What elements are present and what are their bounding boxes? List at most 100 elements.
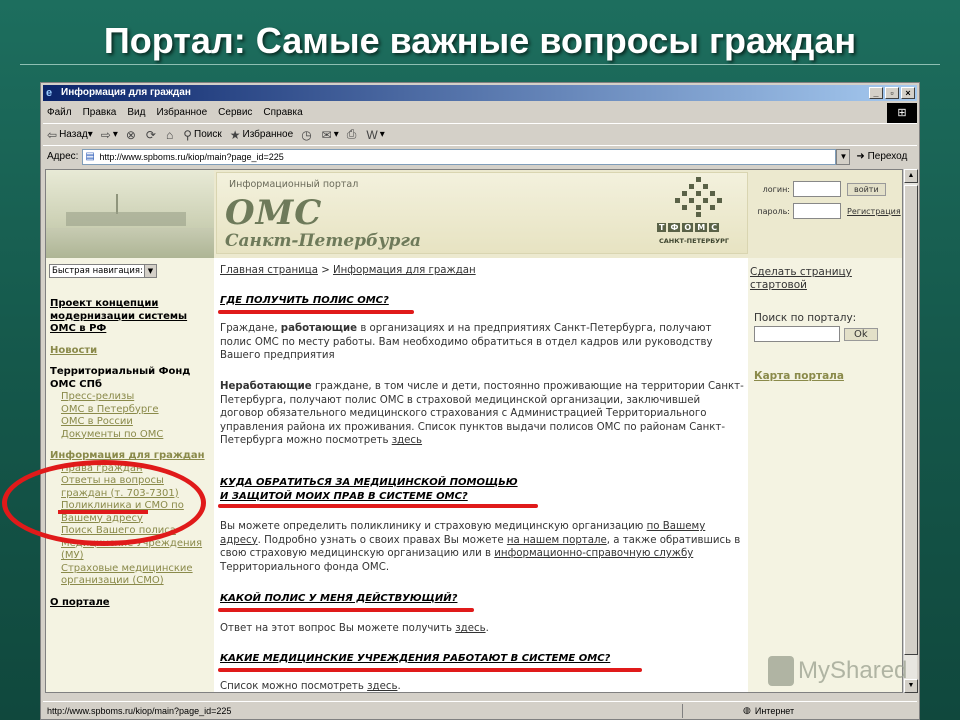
answer-1: Граждане, работающие в организациях и на… bbox=[220, 323, 713, 361]
vertical-scrollbar[interactable]: ▲ ▼ bbox=[903, 169, 918, 693]
banner-subtitle: Информационный портал bbox=[229, 179, 359, 190]
back-button[interactable]: ⇦ Назад ▾ bbox=[47, 128, 93, 142]
favorites-button[interactable]: ★ Избранное bbox=[230, 128, 293, 142]
minimize-button[interactable]: _ bbox=[869, 87, 883, 99]
link-institutions-list[interactable]: здесь bbox=[367, 681, 397, 692]
nav-insurers[interactable]: Страховые медицинские организации (СМО) bbox=[50, 563, 210, 588]
answer-5: Список можно посмотреть здесь. bbox=[220, 681, 401, 692]
window-title: Информация для граждан bbox=[61, 87, 191, 98]
tfoms-city: САНКТ-ПЕТЕРБУРГ bbox=[659, 237, 730, 245]
scroll-thumb[interactable] bbox=[904, 185, 918, 655]
login-button[interactable]: войти bbox=[847, 182, 886, 196]
login-form: логин: войти пароль: Регистрация bbox=[752, 178, 902, 222]
address-label: Адрес: bbox=[47, 151, 79, 162]
forward-button[interactable]: ⇨ ▾ bbox=[101, 128, 118, 142]
close-button[interactable]: × bbox=[901, 87, 915, 99]
favorites-icon: ★ bbox=[229, 127, 241, 142]
portal-search-button[interactable]: Ok bbox=[844, 327, 878, 341]
search-icon: ⚲ bbox=[183, 127, 193, 142]
tfoms-logo-icon bbox=[675, 177, 723, 219]
banner-oms: ОМС bbox=[225, 193, 323, 233]
portal-banner: Информационный портал ОМС Санкт-Петербур… bbox=[214, 170, 902, 258]
answer-3: Вы можете определить поликлинику и страх… bbox=[220, 521, 741, 573]
portal-logo-area: Информационный портал ОМС Санкт-Петербур… bbox=[216, 172, 748, 254]
print-button[interactable]: ⎙ bbox=[347, 127, 359, 142]
portal-search-input[interactable] bbox=[754, 326, 840, 342]
banner-city: Санкт-Петербурга bbox=[225, 231, 421, 251]
menu-help[interactable]: Справка bbox=[263, 107, 302, 118]
link-policy-check[interactable]: здесь bbox=[455, 623, 485, 634]
menu-favorites[interactable]: Избранное bbox=[156, 107, 207, 118]
nav-news[interactable]: Новости bbox=[50, 345, 210, 358]
make-start-page-link[interactable]: Сделать страницу стартовой bbox=[750, 266, 852, 291]
breadcrumb: Главная страница > Информация для гражда… bbox=[220, 265, 476, 276]
history-button[interactable]: ◷ bbox=[301, 128, 313, 142]
back-arrow-icon: ⇦ bbox=[47, 127, 58, 142]
home-button[interactable]: ⌂ bbox=[166, 128, 175, 142]
watermark: MyShared bbox=[768, 656, 907, 686]
status-zone: Интернет bbox=[754, 705, 795, 716]
globe-icon: ◍ bbox=[743, 705, 751, 715]
password-input[interactable] bbox=[793, 203, 841, 219]
breadcrumb-current[interactable]: Информация для граждан bbox=[333, 265, 476, 276]
question-4: КАКИЕ МЕДИЦИНСКИЕ УЧРЕЖДЕНИЯ РАБОТАЮТ В … bbox=[220, 653, 611, 664]
menu-tools[interactable]: Сервис bbox=[218, 107, 252, 118]
browser-window: e Информация для граждан _ ▫ × Файл Прав… bbox=[40, 82, 920, 720]
slide-divider bbox=[20, 64, 940, 65]
nav-oms-spb[interactable]: ОМС в Петербурге bbox=[50, 404, 210, 417]
chevron-down-icon: ▼ bbox=[144, 265, 156, 277]
menu-view[interactable]: Вид bbox=[127, 107, 145, 118]
highlight-underline-3 bbox=[218, 608, 474, 612]
forward-arrow-icon: ⇨ bbox=[100, 127, 111, 142]
login-input[interactable] bbox=[793, 181, 841, 197]
edit-button[interactable]: W ▾ bbox=[366, 128, 384, 142]
restore-button[interactable]: ▫ bbox=[885, 87, 899, 99]
nav-project[interactable]: Проект концепции модернизации системы ОМ… bbox=[50, 298, 210, 336]
left-navigation: Проект концепции модернизации системы ОМ… bbox=[50, 298, 210, 609]
nav-press[interactable]: Пресс-релизы bbox=[50, 391, 210, 404]
page-content: Быстрая навигация: ▼ Проект концепции мо… bbox=[45, 169, 903, 693]
register-link[interactable]: Регистрация bbox=[847, 207, 901, 216]
menu-bar: Файл Правка Вид Избранное Сервис Справка bbox=[43, 103, 917, 121]
history-icon: ◷ bbox=[301, 127, 312, 142]
address-bar: Адрес: ▤ http://www.spboms.ru/kiop/main?… bbox=[43, 145, 917, 167]
menu-edit[interactable]: Правка bbox=[83, 107, 117, 118]
quick-navigation-select[interactable]: Быстрая навигация: ▼ bbox=[49, 264, 157, 278]
password-label: пароль: bbox=[757, 206, 790, 216]
highlight-underline-rights bbox=[58, 510, 148, 514]
answer-2: Неработающие граждане, в том числе и дет… bbox=[220, 381, 744, 446]
main-article: Главная страница > Информация для гражда… bbox=[214, 258, 748, 692]
nav-documents[interactable]: Документы по ОМС bbox=[50, 429, 210, 442]
link-our-portal[interactable]: на нашем портале bbox=[507, 535, 607, 546]
ie-icon: e bbox=[46, 87, 53, 99]
highlight-underline-2 bbox=[218, 504, 538, 508]
home-icon: ⌂ bbox=[165, 127, 174, 142]
mail-button[interactable]: ✉ ▾ bbox=[322, 128, 339, 142]
question-1: ГДЕ ПОЛУЧИТЬ ПОЛИС ОМС? bbox=[220, 295, 389, 306]
link-help-service[interactable]: информационно-справочную службу bbox=[494, 548, 693, 559]
question-2: КУДА ОБРАТИТЬСЯ ЗА МЕДИЦИНСКОЙ ПОМОЩЬЮ И … bbox=[220, 477, 518, 502]
stop-icon: ⊗ bbox=[125, 127, 136, 142]
windows-logo-icon: ⊞ bbox=[887, 103, 917, 123]
window-titlebar: e Информация для граждан _ ▫ × bbox=[43, 85, 917, 101]
highlight-underline-4 bbox=[218, 668, 642, 672]
link-policy-points[interactable]: здесь bbox=[392, 435, 422, 446]
stop-button[interactable]: ⊗ bbox=[126, 128, 138, 142]
address-dropdown-button[interactable]: ▼ bbox=[836, 148, 851, 165]
nav-about[interactable]: О портале bbox=[50, 597, 210, 610]
answer-4: Ответ на этот вопрос Вы можете получить … bbox=[220, 623, 489, 634]
address-input[interactable]: ▤ http://www.spboms.ru/kiop/main?page_id… bbox=[82, 148, 837, 165]
nav-fund: Территориальный Фонд ОМС СПб bbox=[50, 366, 191, 390]
sitemap-link[interactable]: Карта портала bbox=[754, 370, 844, 382]
question-3: КАКОЙ ПОЛИС У МЕНЯ ДЕЙСТВУЮЩИЙ? bbox=[220, 593, 458, 604]
search-label: Поиск по порталу: bbox=[754, 312, 857, 324]
page-icon: ▤ bbox=[85, 150, 95, 162]
scroll-up-arrow-icon[interactable]: ▲ bbox=[904, 169, 918, 183]
breadcrumb-home[interactable]: Главная страница bbox=[220, 265, 318, 276]
go-button[interactable]: ➜ Переход bbox=[856, 151, 907, 162]
nav-oms-russia[interactable]: ОМС в России bbox=[50, 416, 210, 429]
refresh-button[interactable]: ⟳ bbox=[146, 128, 158, 142]
print-icon: ⎙ bbox=[346, 127, 357, 141]
menu-file[interactable]: Файл bbox=[47, 107, 72, 118]
search-button[interactable]: ⚲ Поиск bbox=[183, 128, 222, 142]
